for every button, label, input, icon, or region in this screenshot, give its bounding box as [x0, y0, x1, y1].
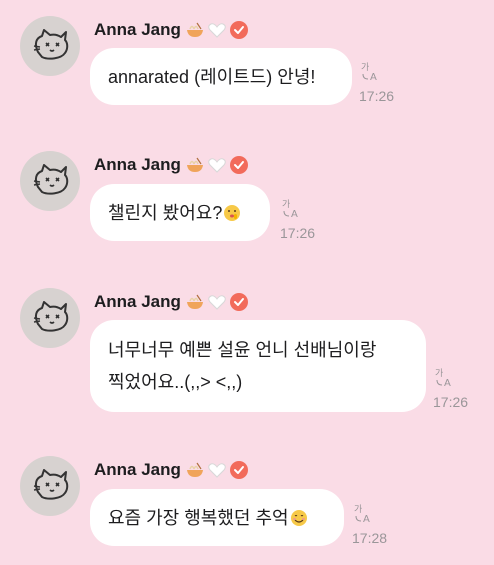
smiling-face-emoji-icon: [290, 509, 308, 527]
noodle-bowl-emoji-icon: [185, 155, 205, 175]
verified-badge-icon: [229, 292, 249, 312]
noodle-bowl-emoji-icon: [185, 20, 205, 40]
svg-text:A: A: [370, 72, 377, 82]
white-heart-emoji-icon: [207, 20, 227, 40]
translate-icon[interactable]: 가A: [434, 366, 456, 388]
svg-text:A: A: [291, 209, 298, 219]
noodle-bowl-emoji-icon: [185, 460, 205, 480]
cat-doodle-avatar-icon: [33, 164, 69, 195]
translate-icon[interactable]: 가A: [353, 502, 375, 524]
translate-icon[interactable]: 가A: [360, 60, 382, 82]
sender-name[interactable]: Anna Jang: [94, 460, 181, 480]
sender-row: Anna Jang: [94, 290, 249, 314]
svg-text:가: 가: [282, 199, 290, 210]
svg-text:가: 가: [354, 504, 362, 515]
noodle-bowl-emoji-icon: [185, 292, 205, 312]
white-heart-emoji-icon: [207, 155, 227, 175]
message-text: 챌린지 봤어요?: [108, 202, 223, 223]
avatar[interactable]: [20, 456, 80, 516]
sender-row: Anna Jang: [94, 458, 249, 482]
avatar[interactable]: [20, 151, 80, 211]
timestamp: 17:26: [280, 225, 316, 241]
verified-badge-icon: [229, 155, 249, 175]
svg-text:가: 가: [361, 62, 369, 73]
message-bubble[interactable]: 요즘 가장 행복했던 추억: [90, 489, 344, 546]
message-bubble[interactable]: 너무너무 예쁜 설윤 언니 선배님이랑 찍었어요..(,,> <,,): [90, 320, 426, 412]
shushing-face-emoji-icon: [223, 204, 241, 222]
sender-row: Anna Jang: [94, 18, 249, 42]
cat-doodle-avatar-icon: [33, 469, 69, 500]
cat-doodle-avatar-icon: [33, 301, 69, 332]
cat-doodle-avatar-icon: [33, 29, 69, 60]
sender-name[interactable]: Anna Jang: [94, 155, 181, 175]
timestamp: 17:26: [359, 88, 395, 104]
white-heart-emoji-icon: [207, 460, 227, 480]
verified-badge-icon: [229, 20, 249, 40]
message-text: 요즘 가장 행복했던 추억: [108, 507, 289, 528]
timestamp: 17:26: [433, 394, 469, 410]
translate-icon[interactable]: 가A: [281, 197, 303, 219]
svg-text:가: 가: [435, 368, 443, 379]
avatar[interactable]: [20, 16, 80, 76]
svg-text:A: A: [363, 514, 370, 524]
verified-badge-icon: [229, 460, 249, 480]
svg-text:A: A: [444, 378, 451, 388]
message-bubble[interactable]: annarated (레이트드) 안녕!: [90, 48, 352, 105]
message-bubble[interactable]: 챌린지 봤어요?: [90, 184, 270, 241]
avatar[interactable]: [20, 288, 80, 348]
timestamp: 17:28: [352, 530, 388, 546]
message-text-line-1: 너무너무 예쁜 설윤 언니 선배님이랑: [108, 340, 377, 360]
sender-row: Anna Jang: [94, 153, 249, 177]
sender-name[interactable]: Anna Jang: [94, 20, 181, 40]
sender-name[interactable]: Anna Jang: [94, 292, 181, 312]
message-text-line-2: 찍었어요..(,,> <,,): [108, 372, 243, 392]
message-text: annarated (레이트드) 안녕!: [108, 66, 316, 87]
white-heart-emoji-icon: [207, 292, 227, 312]
